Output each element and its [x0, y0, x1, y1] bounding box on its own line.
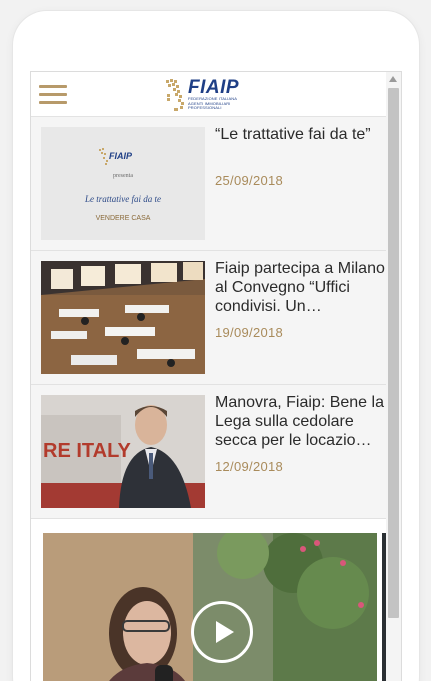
vertical-scrollbar[interactable]	[386, 72, 401, 681]
news-thumbnail[interactable]: FIAIP presenta Le trattative fai da te V…	[41, 127, 205, 240]
news-thumbnail[interactable]: RE ITALY	[41, 395, 205, 508]
video-carousel	[31, 519, 387, 681]
logo-wordmark: FIAIP	[188, 77, 240, 99]
italy-map-icon	[166, 79, 184, 111]
svg-text:FIAIP: FIAIP	[109, 151, 133, 161]
svg-text:VENDERE CASA: VENDERE CASA	[96, 215, 151, 222]
news-list: FIAIP presenta Le trattative fai da te V…	[31, 117, 387, 519]
video-player[interactable]	[43, 533, 377, 681]
page-content[interactable]: FIAIP FEDERAZIONE ITALIANA AGENTI IMMOBI…	[31, 72, 387, 681]
play-icon[interactable]	[191, 601, 253, 663]
news-thumbnail[interactable]	[41, 261, 205, 374]
news-item[interactable]: RE ITALY Manovra, Fiaip: Bene la Lega su…	[31, 385, 387, 519]
browser-viewport: FIAIP FEDERAZIONE ITALIANA AGENTI IMMOBI…	[30, 71, 402, 681]
news-date: 25/09/2018	[215, 173, 284, 188]
svg-text:RE ITALY: RE ITALY	[43, 440, 131, 462]
hamburger-menu-icon[interactable]	[39, 85, 67, 104]
site-header: FIAIP FEDERAZIONE ITALIANA AGENTI IMMOBI…	[31, 72, 387, 117]
svg-text:presenta: presenta	[113, 173, 133, 179]
news-date: 19/09/2018	[215, 325, 284, 340]
news-item[interactable]: Fiaip partecipa a Milano al Convegno “Uf…	[31, 251, 387, 385]
logo-subtitle: FEDERAZIONE ITALIANA AGENTI IMMOBILIARI …	[188, 96, 238, 111]
fiaip-logo[interactable]: FIAIP FEDERAZIONE ITALIANA AGENTI IMMOBI…	[164, 76, 254, 114]
news-title[interactable]: Fiaip partecipa a Milano al Convegno “Uf…	[215, 259, 387, 316]
news-title[interactable]: “Le trattative fai da te”	[215, 125, 387, 144]
news-item[interactable]: FIAIP presenta Le trattative fai da te V…	[31, 117, 387, 251]
news-date: 12/09/2018	[215, 459, 284, 474]
news-title[interactable]: Manovra, Fiaip: Bene la Lega sulla cedol…	[215, 393, 387, 450]
scrollbar-thumb[interactable]	[388, 88, 399, 618]
svg-text:Le trattative fai da te: Le trattative fai da te	[84, 194, 161, 204]
scroll-up-arrow-icon[interactable]	[389, 76, 397, 82]
